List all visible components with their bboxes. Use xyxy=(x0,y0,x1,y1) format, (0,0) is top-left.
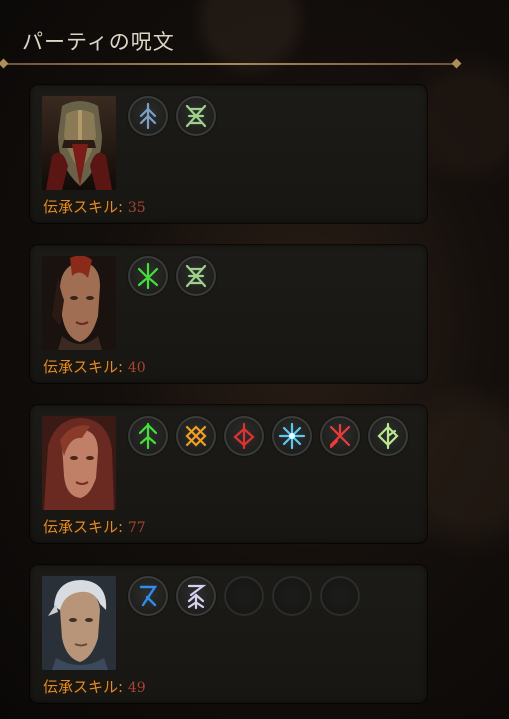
lore-skill: 伝承スキル: 40 xyxy=(43,356,146,377)
rune-list xyxy=(128,96,216,136)
rune-list xyxy=(128,576,360,616)
lore-skill-label: 伝承スキル: xyxy=(43,198,124,216)
rune-ice-icon[interactable] xyxy=(128,96,168,136)
rune-arrow-icon[interactable] xyxy=(128,416,168,456)
empty-slot-icon[interactable] xyxy=(320,576,360,616)
rune-wind-icon[interactable] xyxy=(128,576,168,616)
empty-slot-icon[interactable] xyxy=(272,576,312,616)
lore-skill-label: 伝承スキル: xyxy=(43,358,124,376)
party-member-card[interactable]: 伝承スキル: 49 xyxy=(30,565,427,703)
party-member-card[interactable]: 伝承スキル: 77 xyxy=(30,405,427,543)
lore-skill: 伝承スキル: 77 xyxy=(43,516,146,537)
rune-nature-icon[interactable] xyxy=(176,256,216,296)
rune-star-icon[interactable] xyxy=(272,416,312,456)
lore-skill-label: 伝承スキル: xyxy=(43,678,124,696)
lore-skill-value: 35 xyxy=(127,200,146,216)
portrait-mohawk-woman[interactable] xyxy=(42,256,116,350)
lore-skill-value: 49 xyxy=(127,680,146,696)
lore-skill-value: 77 xyxy=(127,520,146,536)
empty-slot-icon[interactable] xyxy=(224,576,264,616)
rune-list xyxy=(128,256,216,296)
hooded-woman-portrait-image xyxy=(42,416,116,510)
portrait-masked-warrior[interactable] xyxy=(42,96,116,190)
masked-warrior-portrait-image xyxy=(42,96,116,190)
portrait-hooded-woman[interactable] xyxy=(42,416,116,510)
rune-spirit-icon[interactable] xyxy=(176,576,216,616)
rune-cross-red-icon[interactable] xyxy=(320,416,360,456)
white-haired-man-portrait-image xyxy=(42,576,116,670)
lore-skill-value: 40 xyxy=(127,360,146,376)
mohawk-woman-portrait-image xyxy=(42,256,116,350)
lore-skill: 伝承スキル: 49 xyxy=(43,676,146,697)
rune-nature-icon[interactable] xyxy=(176,96,216,136)
title-divider xyxy=(4,63,456,65)
panel-title: パーティの呪文 xyxy=(22,30,175,54)
rune-leaf-icon[interactable] xyxy=(368,416,408,456)
rune-cross-icon[interactable] xyxy=(176,416,216,456)
portrait-white-haired-man[interactable] xyxy=(42,576,116,670)
lore-skill: 伝承スキル: 35 xyxy=(43,196,146,217)
rune-list xyxy=(128,416,408,456)
rune-fire-icon[interactable] xyxy=(224,416,264,456)
party-member-card[interactable]: 伝承スキル: 35 xyxy=(30,85,427,223)
panel-header: パーティの呪文 xyxy=(0,0,509,70)
party-member-card[interactable]: 伝承スキル: 40 xyxy=(30,245,427,383)
lore-skill-label: 伝承スキル: xyxy=(43,518,124,536)
rune-poison-icon[interactable] xyxy=(128,256,168,296)
